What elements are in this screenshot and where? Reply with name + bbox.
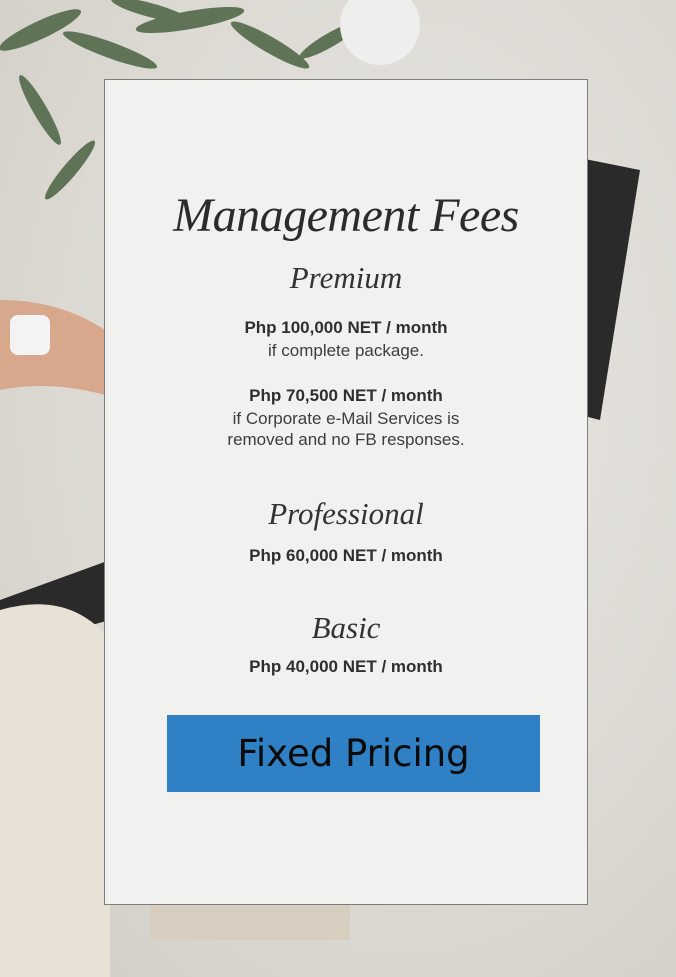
sleeve — [0, 604, 110, 977]
background-photo: Management Fees Premium Php 100,000 NET … — [0, 0, 676, 977]
tier-premium-name: Premium — [289, 260, 403, 295]
premium-price-2: Php 70,500 NET / month — [249, 386, 443, 405]
tier-basic-name: Basic — [311, 610, 381, 645]
basic-price: Php 40,000 NET / month — [249, 657, 443, 676]
professional-price: Php 60,000 NET / month — [249, 546, 443, 565]
pricing-card: Management Fees Premium Php 100,000 NET … — [104, 79, 588, 905]
premium-note-2: if Corporate e-Mail Services is removed … — [105, 408, 587, 450]
premium-note-2-line-2: removed and no FB responses. — [227, 430, 465, 449]
glass — [340, 0, 420, 65]
premium-note-1: if complete package. — [268, 341, 424, 360]
premium-price-1: Php 100,000 NET / month — [244, 318, 448, 337]
premium-note-2-line-1: if Corporate e-Mail Services is — [232, 409, 460, 428]
watch — [10, 315, 50, 355]
card-title: Management Fees — [173, 189, 519, 242]
fixed-pricing-badge: Fixed Pricing — [167, 715, 540, 792]
tier-professional-name: Professional — [268, 496, 424, 531]
